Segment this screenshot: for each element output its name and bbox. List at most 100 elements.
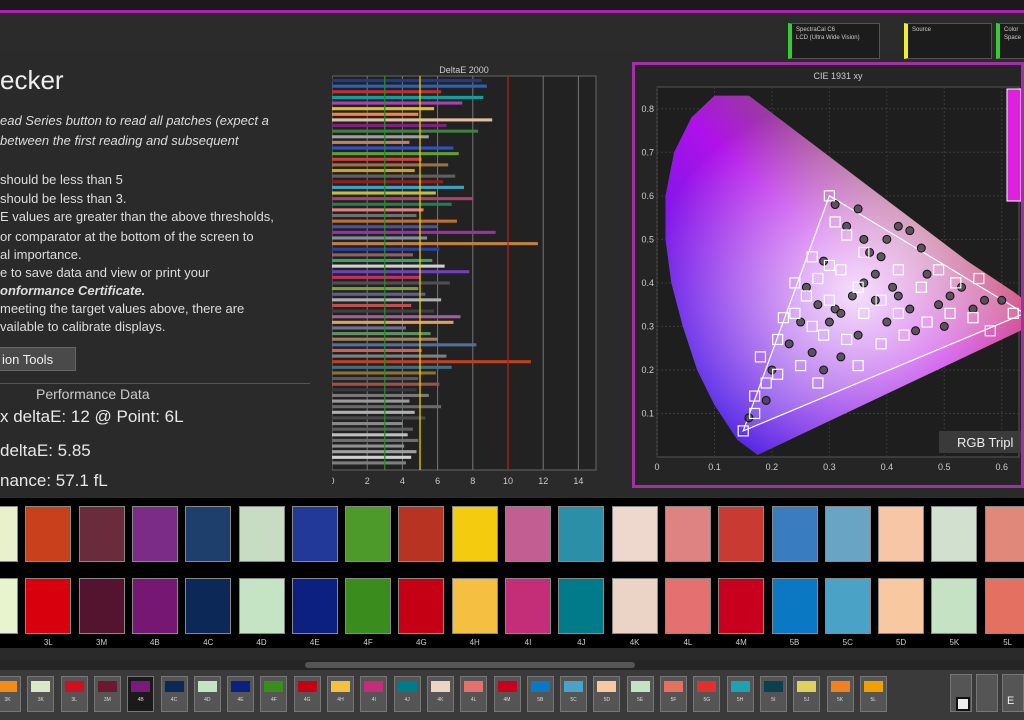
patch-button[interactable]: 4J (393, 676, 421, 712)
target-swatch[interactable] (345, 578, 392, 634)
target-swatch[interactable] (0, 578, 18, 634)
read-button[interactable] (976, 674, 998, 712)
patch-button[interactable]: 5D (593, 676, 621, 712)
patch-color (31, 681, 51, 692)
patch-button[interactable]: 4B (127, 676, 155, 712)
target-swatch[interactable] (451, 578, 498, 634)
measured-swatch[interactable] (505, 506, 551, 562)
instruction-line: al importance. (0, 247, 82, 262)
patch-button[interactable]: 4M (493, 676, 521, 712)
patch-button[interactable]: 3L (60, 676, 88, 712)
measured-swatch[interactable] (718, 506, 765, 562)
stop-button[interactable] (950, 674, 972, 712)
target-swatch[interactable] (824, 578, 871, 634)
patch-button[interactable]: 5C (560, 676, 588, 712)
patch-button[interactable]: 5G (693, 676, 721, 712)
patch-button[interactable]: 5H (726, 676, 754, 712)
measured-swatch[interactable] (451, 506, 498, 562)
patch-button[interactable]: 5K (826, 676, 854, 712)
measured-swatch[interactable] (771, 506, 818, 562)
patch-button[interactable]: 4I (360, 676, 388, 712)
patch-button[interactable]: 3K (27, 676, 55, 712)
swatch-label: 3M (96, 638, 108, 647)
measured-swatch[interactable] (238, 506, 285, 562)
measured-swatch[interactable] (398, 506, 445, 562)
measured-swatch[interactable] (131, 506, 178, 562)
patch-button[interactable]: 5F (660, 676, 687, 712)
patch-button[interactable]: 5E (626, 676, 654, 712)
patch-button[interactable]: 3M (93, 676, 121, 712)
patch-label: 4K (437, 697, 444, 703)
measured-swatch[interactable] (291, 506, 338, 562)
patch-label: 3K (37, 697, 44, 703)
target-swatch[interactable] (398, 578, 445, 634)
measured-swatch[interactable] (185, 506, 232, 562)
patch-label: 3M (103, 697, 111, 703)
measured-swatch[interactable] (878, 506, 925, 562)
measured-swatch[interactable] (931, 506, 978, 562)
swatch-label: 4E (309, 638, 320, 647)
measured-swatch[interactable] (611, 506, 658, 562)
target-swatch[interactable] (25, 578, 72, 634)
calibration-tools-button[interactable]: ion Tools (0, 347, 76, 371)
target-swatch[interactable] (291, 578, 338, 634)
patch-button[interactable]: 4K (426, 676, 454, 712)
toolbar: SpectraCal C6 LCD (Ultra Wide Vision) Sour… (0, 13, 1024, 59)
patch-button[interactable]: 4H (327, 676, 354, 712)
patch-label: 5K (836, 697, 844, 703)
deltae-bar (332, 326, 406, 330)
toolbar-selector-2[interactable]: Source (904, 23, 992, 59)
measured-swatch[interactable] (984, 506, 1024, 562)
target-swatch[interactable] (131, 578, 178, 634)
target-swatch[interactable] (238, 578, 285, 634)
toolbar-selector-3[interactable]: Color Space (996, 23, 1024, 59)
target-swatch[interactable] (78, 578, 125, 634)
instruction-line: vailable to calibrate displays. (0, 319, 166, 334)
measured-swatch[interactable] (78, 506, 125, 562)
measured-swatch[interactable] (824, 506, 871, 562)
patch-button[interactable]: 5L (859, 676, 887, 712)
swatch-label: 5B (789, 638, 800, 647)
patch-label: 4J (404, 697, 410, 703)
horizontal-scrollbar[interactable] (0, 660, 1024, 670)
deltae-bar (332, 405, 442, 409)
patch-button[interactable]: 4G (293, 676, 321, 712)
target-swatch[interactable] (558, 578, 605, 634)
target-swatch[interactable] (771, 578, 818, 634)
instruction-line: or comparator at the bottom of the scree… (0, 229, 254, 244)
patch-button[interactable]: 4F (260, 676, 288, 712)
target-swatch[interactable] (664, 578, 711, 634)
measured-swatch[interactable] (0, 506, 18, 562)
patch-color (464, 681, 484, 692)
target-swatch[interactable] (718, 578, 765, 634)
read-series-button[interactable]: E (1002, 674, 1024, 712)
deltae-bar (332, 208, 424, 212)
deltae-bar (332, 79, 482, 83)
patch-label: 5E (637, 697, 644, 703)
measured-point (865, 247, 875, 257)
target-swatch[interactable] (878, 578, 925, 634)
target-swatch[interactable] (185, 578, 232, 634)
patch-button[interactable]: 4L (460, 676, 488, 712)
deltae-bar (332, 393, 429, 397)
patch-button[interactable]: 5B (526, 676, 554, 712)
measured-swatch[interactable] (558, 506, 605, 562)
target-swatch[interactable] (611, 578, 658, 634)
measured-swatch[interactable] (664, 506, 711, 562)
patch-button[interactable]: 4C (160, 676, 188, 712)
target-swatch[interactable] (505, 578, 551, 634)
measured-point (939, 321, 949, 331)
patch-button[interactable]: 5I (759, 676, 787, 712)
patch-button[interactable]: 5J (793, 676, 821, 712)
scrollbar-thumb[interactable] (305, 662, 635, 668)
patch-button[interactable]: 4E (227, 676, 255, 712)
toolbar-selector-1[interactable]: SpectraCal C6 LCD (Ultra Wide Vision) (788, 23, 880, 59)
target-swatch[interactable] (931, 578, 978, 634)
measured-swatch[interactable] (345, 506, 392, 562)
deltae-bar (332, 303, 412, 308)
performance-data-header: Performance Data (36, 386, 150, 402)
patch-button[interactable]: 4D (193, 676, 221, 712)
measured-swatch[interactable] (25, 506, 72, 562)
patch-button[interactable]: 3K (0, 676, 21, 712)
target-swatch[interactable] (984, 578, 1024, 634)
